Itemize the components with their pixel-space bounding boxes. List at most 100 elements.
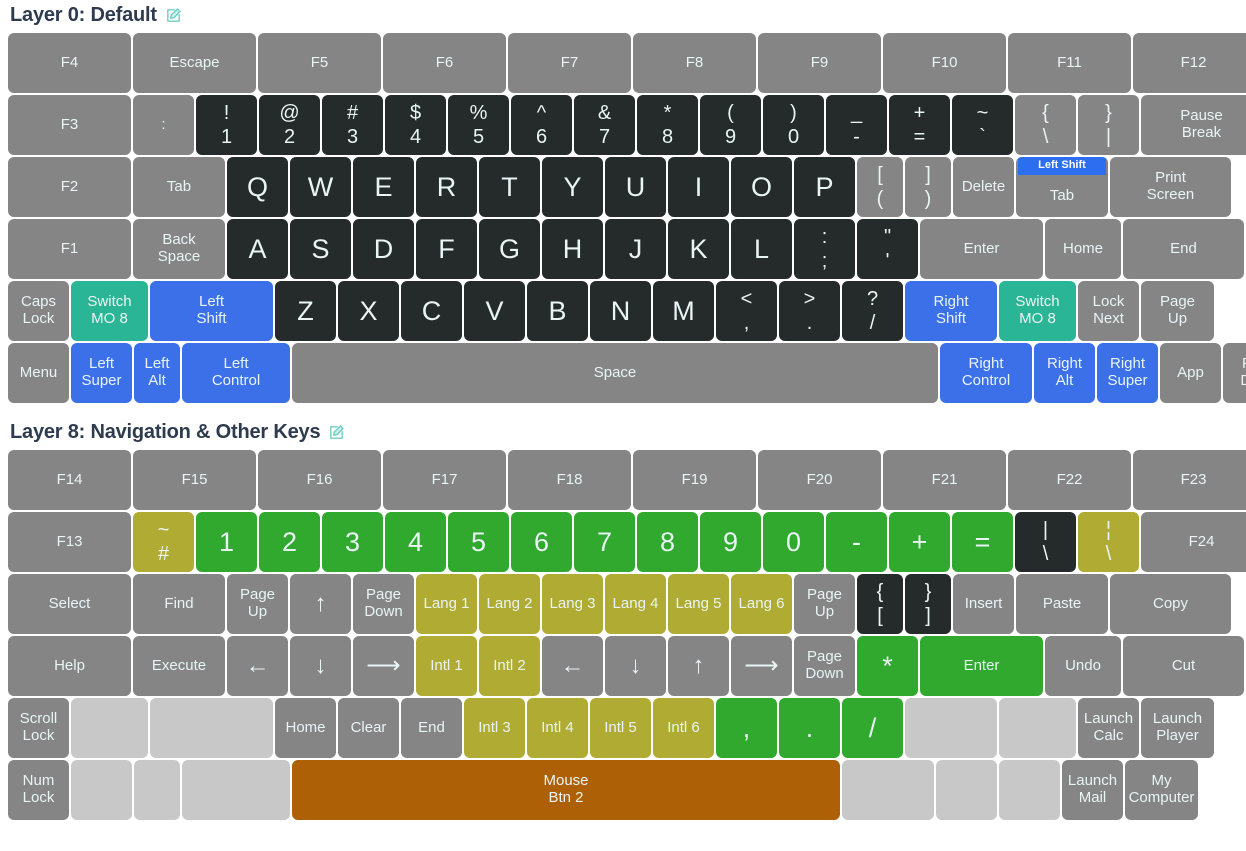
keyboard-key[interactable]: Right Shift [905, 281, 997, 341]
keyboard-key[interactable]: + [889, 512, 950, 572]
keyboard-key[interactable]: 5 [448, 512, 509, 572]
keyboard-key[interactable]: F1 [8, 219, 131, 279]
keyboard-key[interactable]: Home [275, 698, 336, 758]
edit-pencil-icon[interactable] [328, 424, 345, 441]
keyboard-key[interactable]: F17 [383, 450, 506, 510]
keyboard-key[interactable]: R [416, 157, 477, 217]
keyboard-key[interactable]: F23 [1133, 450, 1246, 510]
keyboard-key[interactable]: 7 [574, 512, 635, 572]
keyboard-key[interactable]: PageDown [794, 636, 855, 696]
keyboard-key[interactable]: Lang 5 [668, 574, 729, 634]
keyboard-key[interactable]: Caps Lock [8, 281, 69, 341]
keyboard-key[interactable]: ⟶ [353, 636, 414, 696]
keyboard-key[interactable]: F4 [8, 33, 131, 93]
keyboard-key[interactable]: 0 [763, 512, 824, 572]
keyboard-key[interactable]: End [1123, 219, 1244, 279]
keyboard-key[interactable]: Delete [953, 157, 1014, 217]
keyboard-key[interactable]: Intl 1 [416, 636, 477, 696]
keyboard-key[interactable]: Intl 4 [527, 698, 588, 758]
keyboard-key[interactable]: App [1160, 343, 1221, 403]
keyboard-key[interactable]: Lang 6 [731, 574, 792, 634]
keyboard-key[interactable]: Cut [1123, 636, 1244, 696]
keyboard-key[interactable]: F18 [508, 450, 631, 510]
keyboard-key[interactable]: Launch Player [1141, 698, 1214, 758]
keyboard-key[interactable]: PageDown [1223, 343, 1246, 403]
keyboard-key[interactable]: [( [857, 157, 903, 217]
keyboard-key[interactable]: Lock Next [1078, 281, 1139, 341]
keyboard-key[interactable]: Help [8, 636, 131, 696]
keyboard-key[interactable]: = [952, 512, 1013, 572]
keyboard-key[interactable]: / [842, 698, 903, 758]
keyboard-key[interactable]: ~ # [133, 512, 194, 572]
keyboard-key[interactable]: ↑ [668, 636, 729, 696]
keyboard-key[interactable]: + = [889, 95, 950, 155]
keyboard-key[interactable]: Execute [133, 636, 225, 696]
keyboard-key[interactable]: A [227, 219, 288, 279]
keyboard-key[interactable]: PageDown [353, 574, 414, 634]
keyboard-key[interactable]: Lang 2 [479, 574, 540, 634]
keyboard-key[interactable]: F24 [1141, 512, 1246, 572]
edit-pencil-icon[interactable] [165, 7, 182, 24]
keyboard-key[interactable]: :; [794, 219, 855, 279]
keyboard-key[interactable]: {\ [1015, 95, 1076, 155]
keyboard-key[interactable]: E [353, 157, 414, 217]
keyboard-key[interactable]: ¦ \ [1078, 512, 1139, 572]
keyboard-key[interactable]: Space [292, 343, 938, 403]
keyboard-key[interactable]: Lang 4 [605, 574, 666, 634]
keyboard-key[interactable]: I [668, 157, 729, 217]
keyboard-key[interactable]: ]) [905, 157, 951, 217]
keyboard-key[interactable]: Launch Calc [1078, 698, 1139, 758]
keyboard-key[interactable]: F8 [633, 33, 756, 93]
keyboard-key[interactable]: W [290, 157, 351, 217]
keyboard-key[interactable]: F15 [133, 450, 256, 510]
keyboard-key[interactable]: _ - [826, 95, 887, 155]
keyboard-key[interactable]: F19 [633, 450, 756, 510]
keyboard-key[interactable]: Right Super [1097, 343, 1158, 403]
keyboard-key[interactable]: ~ ` [952, 95, 1013, 155]
keyboard-key[interactable]: Copy [1110, 574, 1231, 634]
keyboard-key[interactable]: ↓ [605, 636, 666, 696]
keyboard-key[interactable]: F5 [258, 33, 381, 93]
keyboard-key[interactable]: Tab [133, 157, 225, 217]
keyboard-key[interactable]: ! 1 [196, 95, 257, 155]
keyboard-key[interactable]: X [338, 281, 399, 341]
keyboard-key[interactable]: Select [8, 574, 131, 634]
keyboard-key[interactable]: F12 [1133, 33, 1246, 93]
keyboard-key[interactable]: - [826, 512, 887, 572]
keyboard-key[interactable]: F7 [508, 33, 631, 93]
keyboard-key[interactable]: F16 [258, 450, 381, 510]
keyboard-key[interactable]: Paste [1016, 574, 1108, 634]
keyboard-key[interactable]: F9 [758, 33, 881, 93]
keyboard-key[interactable]: " ' [857, 219, 918, 279]
keyboard-key[interactable]: G [479, 219, 540, 279]
keyboard-key[interactable]: F3 [8, 95, 131, 155]
keyboard-key[interactable]: Left Shift [150, 281, 273, 341]
keyboard-key[interactable]: Pause Break [1141, 95, 1246, 155]
keyboard-key[interactable]: (9 [700, 95, 761, 155]
keyboard-key[interactable]: }] [905, 574, 951, 634]
keyboard-key[interactable]: 3 [322, 512, 383, 572]
keyboard-key[interactable]: Switch MO 8 [71, 281, 148, 341]
keyboard-key[interactable]: F14 [8, 450, 131, 510]
keyboard-key[interactable]: ? / [842, 281, 903, 341]
keyboard-key[interactable]: O [731, 157, 792, 217]
keyboard-key[interactable]: Left Control [182, 343, 290, 403]
keyboard-key[interactable]: Z [275, 281, 336, 341]
keyboard-key[interactable]: ↑ [290, 574, 351, 634]
keyboard-key[interactable]: K [668, 219, 729, 279]
keyboard-key[interactable]: Scroll Lock [8, 698, 69, 758]
keyboard-key[interactable]: Print Screen [1110, 157, 1231, 217]
keyboard-key[interactable]: } | [1078, 95, 1139, 155]
keyboard-key[interactable]: L [731, 219, 792, 279]
keyboard-key[interactable]: Insert [953, 574, 1014, 634]
keyboard-key[interactable]: ← [227, 636, 288, 696]
keyboard-key[interactable]: Home [1045, 219, 1121, 279]
keyboard-key[interactable]: >. [779, 281, 840, 341]
keyboard-key[interactable]: Y [542, 157, 603, 217]
keyboard-key[interactable]: 9 [700, 512, 761, 572]
keyboard-key[interactable]: Num Lock [8, 760, 69, 820]
keyboard-key[interactable]: * [857, 636, 918, 696]
keyboard-key[interactable]: Launch Mail [1062, 760, 1123, 820]
keyboard-key[interactable]: Left Shift Tab [1016, 157, 1108, 217]
keyboard-key[interactable]: H [542, 219, 603, 279]
